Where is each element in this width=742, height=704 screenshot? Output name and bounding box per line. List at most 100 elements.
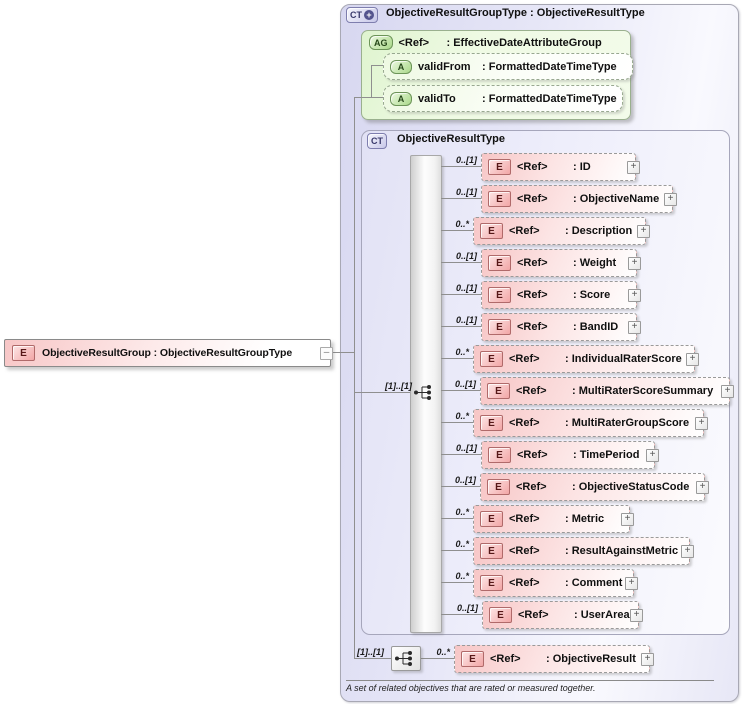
attribute-name: validFrom — [418, 60, 471, 73]
collapse-icon[interactable]: – — [320, 347, 333, 360]
element-box-multi-rater-score-summary[interactable]: E <Ref> : MultiRaterScoreSummary — [480, 377, 730, 405]
element-box-band-id[interactable]: E <Ref> : BandID — [481, 313, 637, 341]
element-badge: E — [488, 287, 511, 303]
element-box-time-period[interactable]: E <Ref> : TimePeriod — [481, 441, 655, 469]
expand-icon[interactable]: + — [646, 449, 659, 462]
cardinality-label: 0..[1] — [455, 315, 477, 325]
element-badge: E — [480, 351, 503, 367]
attribute-type-label: : FormattedDateTimeType — [482, 92, 617, 105]
expand-icon[interactable]: + — [721, 385, 734, 398]
element-box-metric[interactable]: E <Ref> : Metric — [473, 505, 630, 533]
element-type-label: : MultiRaterScoreSummary — [572, 385, 714, 397]
cardinality-label: 0..* — [455, 219, 469, 229]
element-ref: <Ref> — [517, 257, 548, 269]
connector-line — [354, 97, 355, 658]
element-box-objective-name[interactable]: E <Ref> : ObjectiveName — [481, 185, 673, 213]
element-ref: <Ref> — [517, 161, 548, 173]
expand-icon[interactable]: + — [627, 161, 640, 174]
connector-line — [441, 614, 482, 615]
attribute-badge: A — [390, 59, 412, 74]
element-badge: E — [488, 159, 511, 175]
connector-line — [441, 230, 473, 231]
element-badge: E — [488, 447, 511, 463]
attribute-type-label: : FormattedDateTimeType — [482, 60, 617, 73]
attribute-badge: A — [390, 91, 412, 106]
ct-badge-label: CT — [350, 10, 362, 20]
cardinality-label: 0..* — [436, 647, 450, 657]
cardinality-label: 0..* — [455, 507, 469, 517]
inner-type-title: ObjectiveResultType — [397, 133, 505, 145]
element-badge: E — [461, 651, 484, 667]
cardinality-label: 0..* — [455, 347, 469, 357]
element-ref: <Ref> — [517, 449, 548, 461]
element-ref: <Ref> — [517, 289, 548, 301]
cardinality-label: 0..[1] — [454, 475, 476, 485]
connector-line — [354, 392, 416, 393]
outer-type-title: ObjectiveResultGroupType : ObjectiveResu… — [386, 7, 645, 19]
element-ref: <Ref> — [516, 385, 547, 397]
attribute-box-validfrom[interactable]: A validFrom : FormattedDateTimeType — [383, 53, 633, 80]
attribute-box-validto[interactable]: A validTo : FormattedDateTimeType — [383, 85, 623, 112]
element-badge: E — [488, 255, 511, 271]
element-badge: E — [480, 223, 503, 239]
attribute-name: validTo — [418, 92, 456, 105]
element-ref: <Ref> — [490, 653, 521, 665]
element-box-objective-status-code[interactable]: E <Ref> : ObjectiveStatusCode — [480, 473, 705, 501]
expand-icon[interactable]: + — [630, 609, 643, 622]
sequence-cardinality-label: [1]..[1] — [357, 647, 384, 657]
expand-icon[interactable]: + — [664, 193, 677, 206]
expand-icon[interactable]: + — [695, 417, 708, 430]
expand-icon[interactable]: + — [628, 289, 641, 302]
expand-icon[interactable]: + — [641, 653, 654, 666]
element-type-label: : UserArea — [574, 609, 630, 621]
cardinality-label: 0..[1] — [454, 379, 476, 389]
element-box-id[interactable]: E <Ref> : ID — [481, 153, 636, 181]
element-ref: <Ref> — [516, 481, 547, 493]
element-type-label: : Comment — [565, 577, 623, 589]
connector-line — [441, 294, 481, 295]
connector-line — [441, 518, 473, 519]
expand-icon[interactable]: + — [621, 513, 634, 526]
cardinality-label: 0..[1] — [455, 443, 477, 453]
expand-icon[interactable]: + — [628, 257, 641, 270]
element-box-multi-rater-group-score[interactable]: E <Ref> : MultiRaterGroupScore — [473, 409, 704, 437]
element-type-label: : Weight — [573, 257, 617, 269]
root-element-box[interactable]: E ObjectiveResultGroup : ObjectiveResult… — [4, 339, 331, 367]
element-badge: E — [488, 319, 511, 335]
element-box-objective-result[interactable]: E <Ref> : ObjectiveResult — [454, 645, 650, 673]
connector-line — [441, 326, 481, 327]
element-box-individual-rater-score[interactable]: E <Ref> : IndividualRaterScore — [473, 345, 695, 373]
element-type-label: : BandID — [573, 321, 619, 333]
connector-line — [371, 65, 383, 66]
element-box-description[interactable]: E <Ref> : Description — [473, 217, 646, 245]
cardinality-label: 0..* — [455, 539, 469, 549]
expand-icon[interactable]: + — [686, 353, 699, 366]
element-badge: E — [480, 415, 503, 431]
connector-line — [331, 352, 354, 353]
annotation-separator — [346, 680, 714, 681]
element-ref: <Ref> — [518, 609, 549, 621]
connector-line — [441, 358, 473, 359]
expand-icon[interactable]: + — [681, 545, 694, 558]
expand-icon[interactable]: + — [696, 481, 709, 494]
element-box-comment[interactable]: E <Ref> : Comment — [473, 569, 634, 597]
element-type-label: : ResultAgainstMetric — [565, 545, 679, 557]
expand-icon[interactable]: + — [637, 225, 650, 238]
element-box-result-against-metric[interactable]: E <Ref> : ResultAgainstMetric — [473, 537, 690, 565]
element-ref: <Ref> — [509, 577, 540, 589]
sequence-cardinality-label: [1]..[1] — [385, 381, 412, 391]
annotation-text: A set of related objectives that are rat… — [346, 683, 596, 693]
element-box-user-area[interactable]: E <Ref> : UserArea — [482, 601, 639, 629]
element-box-weight[interactable]: E <Ref> : Weight — [481, 249, 637, 277]
expand-icon[interactable]: + — [628, 321, 641, 334]
element-box-score[interactable]: E <Ref> : Score — [481, 281, 637, 309]
element-badge: E — [487, 383, 510, 399]
element-badge: E — [487, 479, 510, 495]
element-type-label: : MultiRaterGroupScore — [565, 417, 690, 429]
attribute-group-type-label: : EffectiveDateAttributeGroup — [446, 36, 602, 49]
connector-line — [441, 390, 480, 391]
element-ref: <Ref> — [509, 417, 540, 429]
element-type-label: : ID — [573, 161, 591, 173]
expand-icon[interactable]: + — [625, 577, 638, 590]
cardinality-label: 0..[1] — [456, 603, 478, 613]
